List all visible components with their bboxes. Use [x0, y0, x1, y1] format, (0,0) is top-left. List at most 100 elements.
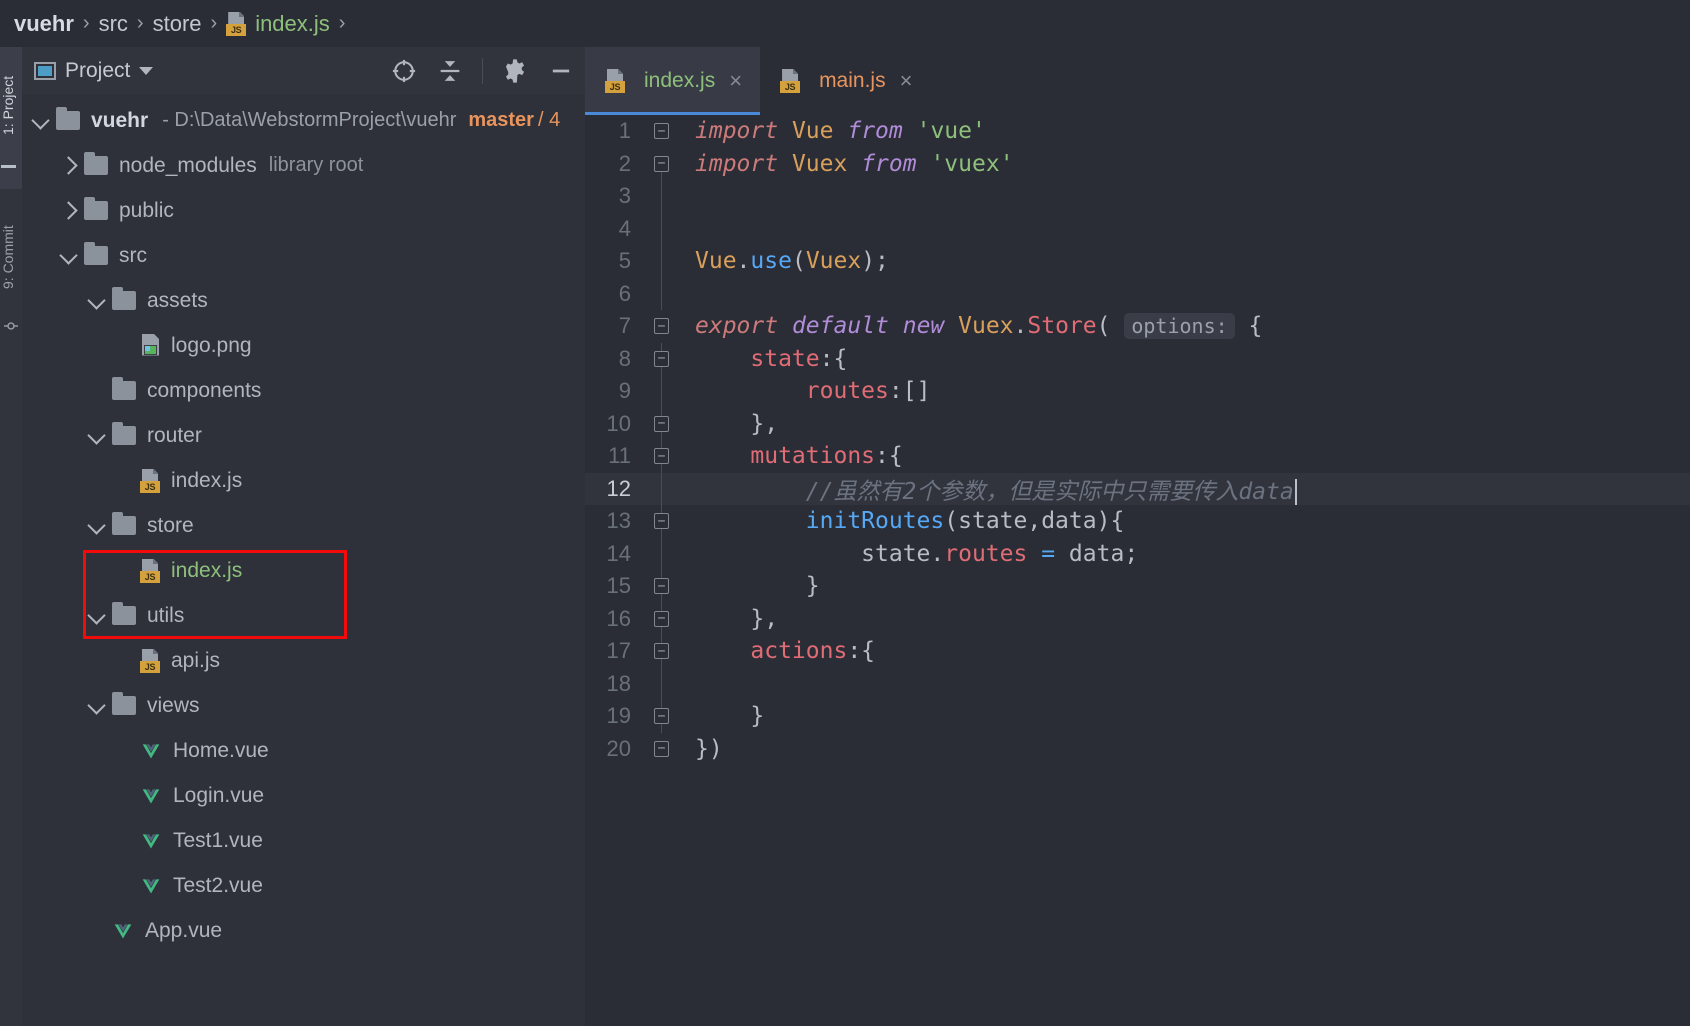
fold-marker-icon[interactable]: − [654, 448, 669, 464]
project-panel-title-group[interactable]: Project [34, 59, 154, 83]
code-line[interactable]: 19 − } [585, 700, 1690, 733]
code-line[interactable]: 9 routes:[] [585, 375, 1690, 408]
gutter[interactable] [643, 667, 685, 700]
gutter[interactable]: − [643, 602, 685, 635]
gutter[interactable]: − [643, 115, 685, 148]
fold-marker-icon[interactable]: − [654, 415, 669, 432]
code-line[interactable]: 7 − export default new Vuex.Store( optio… [585, 310, 1690, 343]
tree-row-utils[interactable]: utils [22, 593, 585, 638]
code-line[interactable]: 20 − }) [585, 733, 1690, 766]
tool-button-commit[interactable]: 9: Commit [0, 207, 22, 307]
tree-row-components[interactable]: components [22, 368, 585, 413]
editor-tab-label: main.js [819, 69, 886, 92]
code-editor[interactable]: 1 − import Vue from 'vue' 2 − import Vue… [585, 115, 1690, 1026]
code-line[interactable]: 5 Vue.use(Vuex); [585, 245, 1690, 278]
gutter[interactable] [643, 537, 685, 570]
gutter[interactable]: − [643, 342, 685, 375]
select-opened-file-icon[interactable] [390, 57, 418, 85]
gutter[interactable]: − [643, 635, 685, 668]
fold-marker-icon[interactable]: − [654, 350, 669, 367]
code-line[interactable]: 10 − }, [585, 407, 1690, 440]
code-line[interactable]: 16 − }, [585, 602, 1690, 635]
code-line[interactable]: 14 state.routes = data; [585, 537, 1690, 570]
tree-row-app-vue[interactable]: App.vue [22, 908, 585, 953]
fold-marker-icon[interactable]: − [654, 318, 669, 334]
chevron-down-icon[interactable] [139, 66, 154, 75]
chevron-down-icon[interactable] [87, 606, 106, 625]
gutter[interactable] [643, 180, 685, 213]
tree-row-assets[interactable]: assets [22, 278, 585, 323]
code-line[interactable]: 17 − actions:{ [585, 635, 1690, 668]
gutter[interactable]: − [643, 505, 685, 538]
gear-icon[interactable] [501, 57, 529, 85]
tree-row-test2-vue[interactable]: Test2.vue [22, 863, 585, 908]
chevron-down-icon[interactable] [87, 696, 106, 715]
tree-row-home-vue[interactable]: Home.vue [22, 728, 585, 773]
breadcrumb-item-indexjs[interactable]: JS index.js [226, 11, 330, 37]
chevron-down-icon[interactable] [87, 516, 106, 535]
fold-marker-icon[interactable]: − [654, 123, 669, 139]
tree-row-root[interactable]: vuehr - D:\Data\WebstormProject\vuehr ma… [22, 98, 585, 143]
fold-marker-icon[interactable]: − [654, 643, 669, 659]
tree-row-src[interactable]: src [22, 233, 585, 278]
fold-marker-icon[interactable]: − [654, 513, 669, 529]
gutter[interactable]: − [643, 407, 685, 440]
tree-row-store-index-js[interactable]: JS index.js [22, 548, 585, 593]
code-line[interactable]: 15 − } [585, 570, 1690, 603]
folder-icon [112, 287, 136, 310]
chevron-right-icon[interactable] [59, 201, 78, 220]
code-line[interactable]: 3 [585, 180, 1690, 213]
chevron-down-icon[interactable] [59, 246, 78, 265]
hide-panel-icon[interactable] [547, 57, 575, 85]
code-line[interactable]: 4 [585, 212, 1690, 245]
chevron-down-icon[interactable] [87, 291, 106, 310]
breadcrumb-item-store[interactable]: store [153, 11, 202, 37]
fold-marker-icon[interactable]: − [654, 610, 669, 627]
tree-row-router-index-js[interactable]: JS index.js [22, 458, 585, 503]
fold-marker-icon[interactable]: − [654, 740, 669, 757]
chevron-down-icon[interactable] [87, 426, 106, 445]
collapse-all-icon[interactable] [436, 57, 464, 85]
tree-row-logo-png[interactable]: logo.png [22, 323, 585, 368]
chevron-down-icon[interactable] [31, 111, 50, 130]
fold-marker-icon[interactable]: − [654, 578, 669, 594]
breadcrumb-item-vuehr[interactable]: vuehr [14, 11, 74, 37]
tree-row-store[interactable]: store [22, 503, 585, 548]
chevron-right-icon[interactable] [59, 156, 78, 175]
code-line[interactable]: 18 [585, 667, 1690, 700]
tree-row-public[interactable]: public [22, 188, 585, 233]
gutter[interactable] [643, 277, 685, 310]
code-line[interactable]: 8 − state:{ [585, 342, 1690, 375]
tree-row-router[interactable]: router [22, 413, 585, 458]
close-icon[interactable]: × [900, 68, 913, 94]
editor-tab-main-js[interactable]: JS main.js × [760, 47, 930, 115]
gutter[interactable] [643, 375, 685, 408]
gutter[interactable] [643, 212, 685, 245]
close-icon[interactable]: × [729, 68, 742, 94]
gutter[interactable] [643, 472, 685, 505]
tree-row-views[interactable]: views [22, 683, 585, 728]
tool-button-project[interactable]: 1: Project [0, 55, 22, 155]
editor-tab-index-js[interactable]: JS index.js × [585, 47, 761, 115]
gutter[interactable]: − [643, 570, 685, 603]
gutter[interactable]: − [643, 440, 685, 473]
fold-marker-icon[interactable]: − [654, 708, 669, 724]
gutter[interactable] [643, 245, 685, 278]
code-line[interactable]: 13 − initRoutes(state,data){ [585, 505, 1690, 538]
breadcrumb-item-src[interactable]: src [99, 11, 128, 37]
gutter[interactable]: − [643, 148, 685, 181]
gutter[interactable]: − [643, 310, 685, 343]
gutter[interactable]: − [643, 700, 685, 733]
tree-row-node_modules[interactable]: node_modules library root [22, 143, 585, 188]
project-file-tree[interactable]: vuehr - D:\Data\WebstormProject\vuehr ma… [22, 94, 585, 1026]
code-line[interactable]: 2 − import Vuex from 'vuex' [585, 148, 1690, 181]
code-line-current[interactable]: 12 //虽然有2个参数，但是实际中只需要传入data [585, 472, 1690, 506]
fold-marker-icon[interactable]: − [654, 155, 669, 172]
code-line[interactable]: 11 − mutations:{ [585, 440, 1690, 473]
tree-row-api-js[interactable]: JS api.js [22, 638, 585, 683]
code-line[interactable]: 6 [585, 277, 1690, 310]
code-line[interactable]: 1 − import Vue from 'vue' [585, 115, 1690, 148]
tree-row-test1-vue[interactable]: Test1.vue [22, 818, 585, 863]
tree-row-login-vue[interactable]: Login.vue [22, 773, 585, 818]
gutter[interactable]: − [643, 733, 685, 766]
